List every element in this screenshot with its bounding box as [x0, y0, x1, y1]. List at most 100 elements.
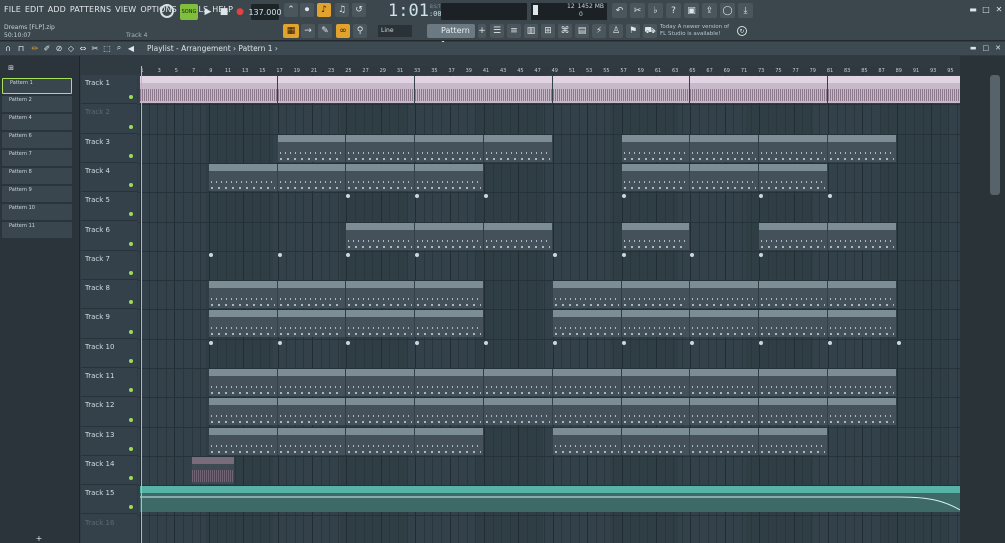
track-mute-led[interactable]: [129, 388, 133, 393]
playlist-minimize-icon[interactable]: ▬: [970, 44, 977, 52]
pattern-marker[interactable]: [552, 252, 557, 257]
track-mute-led[interactable]: [129, 417, 133, 422]
pattern-clip[interactable]: Pattern 6: [828, 281, 896, 309]
play-icon[interactable]: ▶: [200, 4, 216, 20]
add-pattern-icon[interactable]: +: [478, 24, 486, 38]
playlist-grid[interactable]: 5W3_1_137bpm_guitar 5W3_1_137bpm_guitar 5W…: [138, 75, 960, 543]
save-icon[interactable]: ▣: [684, 3, 699, 18]
pattern-clip[interactable]: Pattern 2: [277, 163, 346, 191]
close-icon[interactable]: ✕: [994, 4, 1004, 14]
pattern-clip[interactable]: Pattern 1: [759, 134, 827, 162]
mute-icon[interactable]: ◇: [66, 42, 76, 54]
playhead[interactable]: [141, 66, 142, 543]
track-header[interactable]: Track 12: [81, 397, 137, 427]
picker-item[interactable]: Pattern 10: [2, 204, 72, 220]
playlist-close-icon[interactable]: ✕: [995, 44, 1001, 52]
pattern-clip[interactable]: Pattern 1: [621, 134, 690, 162]
track-mute-led[interactable]: [129, 329, 133, 334]
track-header[interactable]: Track 9: [81, 309, 137, 339]
pattern-clip[interactable]: Pattern 1: [690, 134, 759, 162]
countdown-icon[interactable]: ♫: [335, 3, 349, 17]
pattern-clip[interactable]: Pattern 10: [828, 398, 896, 426]
pattern-clip[interactable]: Pattern 2: [346, 163, 415, 191]
audio-clip[interactable]: 5W3_1_137bpm_guitar: [690, 76, 827, 103]
pattern-clip[interactable]: Pattern 11: [415, 427, 483, 455]
audio-clip[interactable]: 5W3_1_137bpm_guitar: [552, 76, 690, 103]
track-header[interactable]: Track 4: [81, 163, 137, 193]
snap-select[interactable]: Line: [378, 25, 412, 37]
snap-icon[interactable]: ⊓: [16, 42, 26, 54]
person-icon[interactable]: ♙: [609, 24, 623, 38]
pattern-clip[interactable]: Pattern 6: [208, 281, 277, 309]
pattern-clip[interactable]: Pattern 2: [415, 163, 483, 191]
picker-icon[interactable]: ⊞: [4, 63, 18, 73]
track-mute-led[interactable]: [129, 300, 133, 305]
track-header[interactable]: Track 11: [81, 368, 137, 398]
pattern-clip[interactable]: Pattern 10: [621, 398, 690, 426]
pattern-clip[interactable]: Pattern 2: [759, 163, 827, 191]
pattern-clip[interactable]: Pattern 10: [346, 398, 415, 426]
track-header[interactable]: Track 5: [81, 192, 137, 222]
pattern-clip[interactable]: Pattern 10: [277, 398, 346, 426]
menu-edit[interactable]: EDIT: [25, 5, 44, 14]
picker-item[interactable]: Pattern 2: [2, 96, 72, 112]
picker-item[interactable]: Pattern 1: [2, 78, 72, 94]
pattern-clip[interactable]: Pattern 4: [621, 222, 690, 250]
picker-item[interactable]: Pattern 7: [2, 150, 72, 166]
song-mode-toggle[interactable]: SONG: [180, 4, 198, 20]
track-header[interactable]: Track 3: [81, 134, 137, 163]
pattern-marker[interactable]: [277, 252, 282, 257]
stop-icon[interactable]: ■: [216, 4, 232, 20]
draw-icon[interactable]: ✎: [318, 24, 332, 38]
pattern-clip[interactable]: Pattern 7: [415, 310, 483, 338]
track-mute-led[interactable]: [129, 124, 133, 129]
track-mute-led[interactable]: [129, 153, 133, 158]
pattern-marker[interactable]: [277, 340, 282, 345]
pattern-clip[interactable]: Pattern 9: [415, 369, 483, 396]
zoom-icon[interactable]: ⌕: [114, 42, 124, 54]
pattern-clip[interactable]: Pattern 9: [759, 369, 827, 396]
track-mute-led[interactable]: [129, 505, 133, 510]
update-icon[interactable]: ↻: [737, 26, 747, 36]
pattern-clip[interactable]: Pattern 6: [415, 281, 483, 309]
pattern-clip[interactable]: Pattern 11: [208, 427, 277, 455]
pattern-marker[interactable]: [484, 340, 488, 345]
pattern-clip[interactable]: Pattern 7: [759, 310, 827, 338]
pattern-clip[interactable]: Pattern 11: [621, 427, 690, 455]
track-header[interactable]: Track 15: [81, 485, 137, 515]
link-icon[interactable]: ∞: [336, 24, 350, 38]
pattern-clip[interactable]: Pattern 6: [346, 281, 415, 309]
channel-rack-icon[interactable]: ≡: [507, 24, 521, 38]
add-icon[interactable]: +: [34, 534, 44, 543]
track-header[interactable]: Track 8: [81, 280, 137, 310]
pattern-marker[interactable]: [621, 340, 626, 345]
pattern-marker[interactable]: [415, 340, 420, 345]
plug-icon[interactable]: ⚡: [592, 24, 606, 38]
pattern-clip[interactable]: Pattern 10: [484, 398, 552, 426]
pattern-clip[interactable]: Pattern 1: [346, 134, 415, 162]
pattern-clip[interactable]: Pattern 1: [415, 134, 483, 162]
picker-item[interactable]: Pattern 9: [2, 186, 72, 202]
pattern-clip[interactable]: Pattern 10: [208, 398, 277, 426]
menu-view[interactable]: VIEW: [115, 5, 136, 14]
track-mute-led[interactable]: [129, 358, 133, 363]
pattern-clip[interactable]: Pattern 6: [552, 281, 621, 309]
picker-item[interactable]: Pattern 6: [2, 132, 72, 148]
tempo-display[interactable]: 137.000: [248, 4, 282, 20]
microphone-icon[interactable]: ♭: [648, 3, 663, 18]
track-header[interactable]: Track 16: [81, 515, 137, 543]
pattern-clip[interactable]: Pattern 10: [552, 398, 621, 426]
mixer-icon[interactable]: ☰: [490, 24, 504, 38]
pattern-marker[interactable]: [621, 194, 626, 199]
pattern-clip[interactable]: Pattern 7: [552, 310, 621, 338]
browser-icon[interactable]: ⊞: [541, 24, 555, 38]
pattern-clip[interactable]: Pattern 2: [690, 163, 759, 191]
pattern-clip[interactable]: Pattern 7: [277, 310, 346, 338]
pattern-clip[interactable]: Pattern 7: [208, 310, 277, 338]
pattern-clip[interactable]: Pattern 10: [759, 398, 827, 426]
pattern-clip[interactable]: Pattern 9: [208, 369, 277, 396]
undo-icon[interactable]: ↶: [612, 3, 627, 18]
minimize-icon[interactable]: ▬: [968, 4, 978, 14]
pattern-marker[interactable]: [828, 340, 832, 345]
pattern-clip[interactable]: Pattern 9: [552, 369, 621, 396]
